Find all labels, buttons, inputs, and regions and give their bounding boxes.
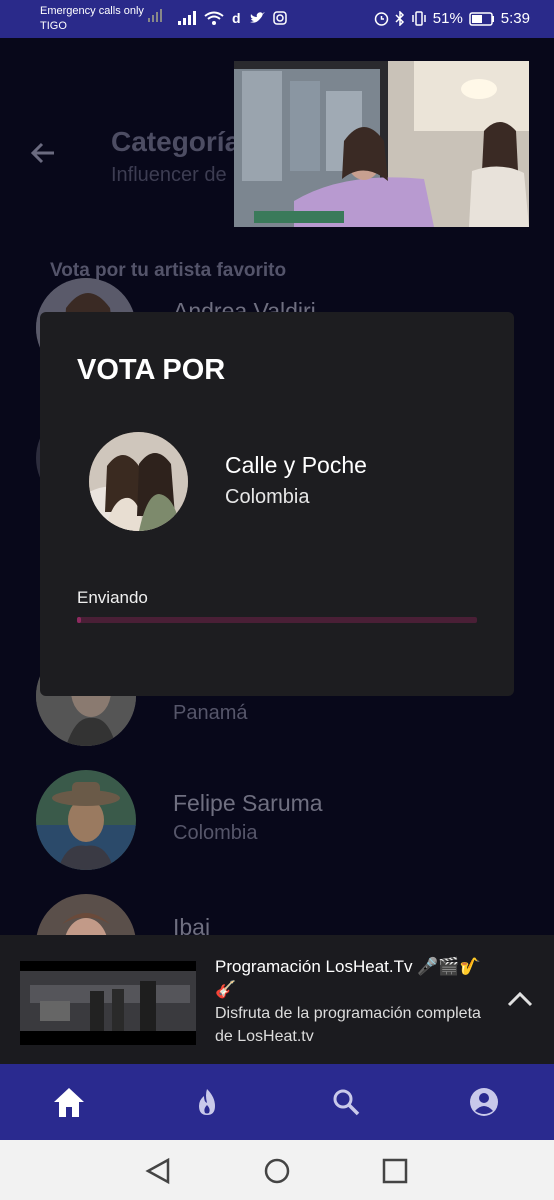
account-icon [470,1088,498,1116]
avatar [36,770,136,870]
selected-artist-country: Colombia [225,486,310,508]
square-recents-icon [382,1158,408,1184]
circle-home-icon [264,1158,290,1184]
bluetooth-icon [395,11,404,26]
system-back-button[interactable] [144,1156,174,1186]
expand-player-button[interactable] [505,985,535,1015]
d-app-icon: d [232,10,241,26]
system-home-button[interactable] [262,1156,292,1186]
vibrate-icon [412,11,426,26]
artist-country: Panamá [173,702,248,724]
sending-progress-bar [77,617,477,623]
chevron-up-icon [507,991,533,1007]
selected-artist-name: Calle y Poche [225,452,367,478]
wifi-icon [204,11,224,25]
carrier-line2: TIGO [40,20,67,32]
selected-artist-avatar [89,432,188,531]
mini-player[interactable]: Programación LosHeat.Tv 🎤🎬🎷🎸 Disfruta de… [0,935,554,1064]
clock-time: 5:39 [500,10,530,27]
home-icon [54,1088,84,1117]
battery-icon [469,11,494,26]
player-title: Programación LosHeat.Tv 🎤🎬🎷🎸 [215,957,481,999]
system-recents-button[interactable] [380,1156,410,1186]
carrier-line1: Emergency calls only [40,5,144,17]
alarm-icon [374,12,389,26]
no-sim-signal-icon [148,8,166,27]
artist-name: Felipe Saruma [173,790,323,816]
nav-trending[interactable] [187,1082,227,1122]
twitter-icon [249,12,265,23]
back-button[interactable] [28,138,58,168]
sending-status: Enviando [77,588,148,607]
triangle-back-icon [145,1157,170,1185]
artist-country: Colombia [173,822,258,844]
search-icon [333,1089,360,1116]
player-thumbnail[interactable] [20,961,196,1045]
battery-percent: 51% [432,10,463,27]
page-title: Categoría [111,126,241,157]
carrier-info: Emergency calls only TIGO [40,4,144,34]
artist-row[interactable]: Felipe Saruma Colombia [36,770,516,870]
nav-home[interactable] [49,1082,89,1122]
player-description: Disfruta de la programación completa de … [215,1005,481,1045]
status-icons-right: 51% 5:39 [374,10,530,27]
fire-icon [199,1089,215,1115]
arrow-left-icon [30,142,54,164]
picture-in-picture-video[interactable] [234,61,529,227]
bottom-navigation [0,1064,554,1140]
status-bar: Emergency calls only TIGO d 51% 5:39 [0,0,554,38]
instagram-icon [272,11,287,25]
vote-dialog: VOTA POR Calle y Poche Colombia Enviando [40,312,514,696]
progress-fill [77,617,81,623]
nav-account[interactable] [464,1082,504,1122]
dialog-title: VOTA POR [77,354,226,386]
status-icons-left: d [178,10,287,26]
nav-search[interactable] [326,1082,366,1122]
page-subtitle: Influencer de [111,164,227,186]
signal-icon [178,11,196,25]
system-navigation-bar [0,1140,554,1200]
